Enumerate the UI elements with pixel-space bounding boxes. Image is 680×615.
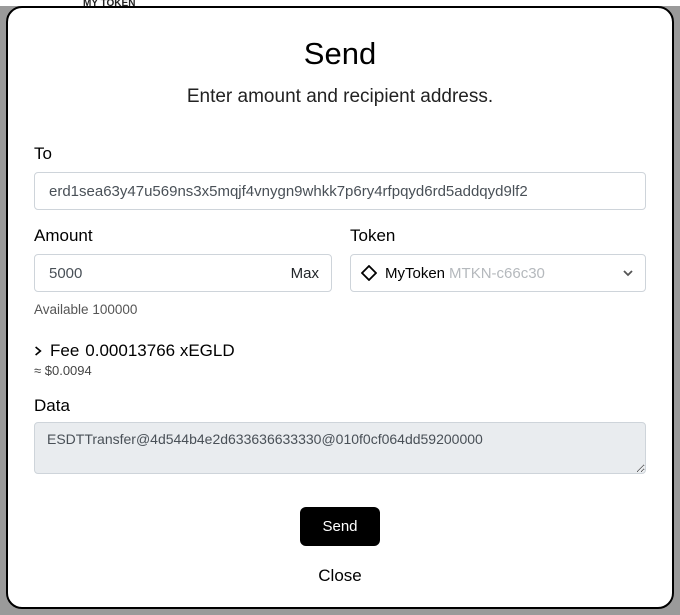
modal-title: Send [34, 36, 646, 72]
to-label: To [34, 144, 646, 164]
chevron-right-icon [34, 344, 44, 358]
fee-label: Fee [50, 341, 79, 361]
send-modal: Send Enter amount and recipient address.… [6, 6, 674, 609]
to-input-wrap[interactable] [34, 172, 646, 210]
token-ticker: MTKN-c66c30 [449, 265, 545, 282]
token-select[interactable]: MyToken MTKN-c66c30 [350, 254, 646, 292]
fee-value: 0.00013766 xEGLD [85, 341, 234, 361]
data-label: Data [34, 396, 646, 416]
diamond-icon [361, 265, 377, 281]
chevron-down-icon [621, 266, 635, 280]
token-label: Token [350, 226, 646, 246]
data-textarea[interactable]: ESDTTransfer@4d544b4e2d633636633330@010f… [34, 422, 646, 474]
amount-input-wrap[interactable]: Max [34, 254, 332, 292]
amount-input[interactable] [47, 264, 283, 283]
amount-label: Amount [34, 226, 332, 246]
fee-row[interactable]: Fee 0.00013766 xEGLD [34, 341, 646, 361]
send-button[interactable]: Send [300, 507, 379, 546]
fee-usd: ≈ $0.0094 [34, 363, 646, 378]
token-name: MyToken [385, 265, 445, 282]
available-balance: Available 100000 [34, 302, 332, 317]
modal-subtitle: Enter amount and recipient address. [34, 86, 646, 108]
close-button[interactable]: Close [34, 566, 646, 586]
to-input[interactable] [47, 182, 633, 201]
max-button[interactable]: Max [283, 265, 319, 282]
